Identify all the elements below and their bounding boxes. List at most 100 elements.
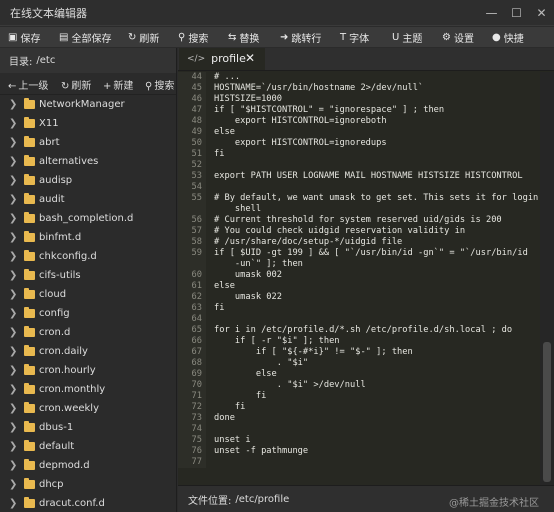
tree-item[interactable]: ❯ chkconfig.d <box>0 247 176 266</box>
chevron-right-icon[interactable]: ❯ <box>9 365 17 376</box>
line-text: HISTSIZE=1000 <box>214 94 282 104</box>
code-line: 51 fi <box>178 149 540 160</box>
tree-item[interactable]: ❯ binfmt.d <box>0 228 176 247</box>
chevron-right-icon[interactable]: ❯ <box>9 137 17 148</box>
save-button[interactable]: ▣ 保存 <box>8 27 40 47</box>
tree-item[interactable]: ❯ cron.monthly <box>0 380 176 399</box>
line-text: fi <box>214 303 225 313</box>
code-line: 73 done <box>178 413 540 424</box>
search-button[interactable]: ⚲ 搜索 <box>178 27 208 47</box>
chevron-right-icon[interactable]: ❯ <box>9 441 17 452</box>
save-icon: ▣ <box>8 31 18 43</box>
close-window-icon[interactable]: ✕ <box>529 0 554 26</box>
chevron-right-icon[interactable]: ❯ <box>9 460 17 471</box>
line-text: # Current threshold for system reserved … <box>214 215 502 225</box>
chevron-right-icon[interactable]: ❯ <box>9 327 17 338</box>
go-up-button[interactable]: ← 上一级 <box>8 77 48 92</box>
chevron-right-icon[interactable]: ❯ <box>9 498 17 509</box>
scrollbar[interactable] <box>540 72 554 485</box>
folder-icon <box>24 155 35 166</box>
line-number: 48 <box>178 116 206 127</box>
folder-icon <box>24 212 35 223</box>
line-number: 59 <box>178 248 206 259</box>
tree-item[interactable]: ❯ default <box>0 437 176 456</box>
chevron-right-icon[interactable]: ❯ <box>9 156 17 167</box>
folder-icon <box>24 307 35 318</box>
scrollbar-thumb[interactable] <box>543 342 551 482</box>
shortcuts-button[interactable]: ● 快捷 <box>492 27 524 47</box>
tree-item[interactable]: ❯ cron.daily <box>0 342 176 361</box>
theme-button[interactable]: U 主题 <box>392 27 422 47</box>
chevron-right-icon[interactable]: ❯ <box>9 384 17 395</box>
tree-item[interactable]: ❯ dbus-1 <box>0 418 176 437</box>
chevron-right-icon[interactable]: ❯ <box>9 289 17 300</box>
folder-icon <box>24 402 35 413</box>
folder-icon <box>24 326 35 337</box>
tree-item[interactable]: ❯ dracut.conf.d <box>0 494 176 512</box>
minimize-icon[interactable]: — <box>479 0 504 26</box>
chevron-right-icon[interactable]: ❯ <box>9 194 17 205</box>
chevron-right-icon[interactable]: ❯ <box>9 118 17 129</box>
tree-search-button[interactable]: ⚲ 搜索 <box>145 77 174 92</box>
current-directory: 目录: /etc <box>0 48 176 73</box>
tree-item[interactable]: ❯ cron.hourly <box>0 361 176 380</box>
chevron-right-icon[interactable]: ❯ <box>9 270 17 281</box>
code-line: 44 # ... <box>178 72 540 83</box>
tree-item[interactable]: ❯ cron.d <box>0 323 176 342</box>
chevron-right-icon[interactable]: ❯ <box>9 251 17 262</box>
tree-item[interactable]: ❯ NetworkManager <box>0 95 176 114</box>
replace-button[interactable]: ⇆ 替换 <box>228 27 259 47</box>
chevron-right-icon[interactable]: ❯ <box>9 479 17 490</box>
tree-item[interactable]: ❯ cloud <box>0 285 176 304</box>
tree-item[interactable]: ❯ dhcp <box>0 475 176 494</box>
font-button[interactable]: T 字体 <box>340 27 369 47</box>
github-icon: ● <box>492 31 501 43</box>
close-tab-icon[interactable]: ✕ <box>245 51 255 65</box>
tree-item[interactable]: ❯ cifs-utils <box>0 266 176 285</box>
directory-path: /etc <box>36 55 56 66</box>
code-line: 48 export HISTCONTROL=ignoreboth <box>178 116 540 127</box>
folder-icon <box>24 136 35 147</box>
chevron-right-icon[interactable]: ❯ <box>9 422 17 433</box>
line-text: if [ "${-#*i}" != "$-" ]; then <box>214 347 413 357</box>
code-line: 60 umask 002 <box>178 270 540 281</box>
line-text: export PATH USER LOGNAME MAIL HOSTNAME H… <box>214 171 523 181</box>
line-text: else <box>214 369 277 379</box>
tree-item[interactable]: ❯ audit <box>0 190 176 209</box>
tree-item[interactable]: ❯ config <box>0 304 176 323</box>
new-file-button[interactable]: + 新建 <box>103 77 133 92</box>
tree-item[interactable]: ❯ abrt <box>0 133 176 152</box>
folder-icon <box>24 250 35 261</box>
tree-item[interactable]: ❯ X11 <box>0 114 176 133</box>
file-tree-panel: 目录: /etc ← 上一级 ↻ 刷新 + 新建 ⚲ 搜索 ❯ NetworkManage… <box>0 48 177 512</box>
line-text <box>206 160 214 171</box>
tree-item[interactable]: ❯ cron.weekly <box>0 399 176 418</box>
tree-item[interactable]: ❯ alternatives <box>0 152 176 171</box>
tab-profile[interactable]: </> profile ✕ <box>179 48 265 70</box>
chevron-right-icon[interactable]: ❯ <box>9 403 17 414</box>
line-text: export HISTCONTROL=ignoredups <box>214 138 387 148</box>
chevron-right-icon[interactable]: ❯ <box>9 99 17 110</box>
chevron-right-icon[interactable]: ❯ <box>9 308 17 319</box>
chevron-right-icon[interactable]: ❯ <box>9 232 17 243</box>
tree-item[interactable]: ❯ depmod.d <box>0 456 176 475</box>
line-number: 63 <box>178 303 206 314</box>
line-text: # You could check uidgid reservation val… <box>214 226 466 236</box>
goto-line-button[interactable]: ➜ 跳转行 <box>280 27 321 47</box>
tree-item[interactable]: ❯ bash_completion.d <box>0 209 176 228</box>
refresh-button[interactable]: ↻ 刷新 <box>128 27 159 47</box>
tree-item[interactable]: ❯ audisp <box>0 171 176 190</box>
line-number: 49 <box>178 127 206 138</box>
line-number: 67 <box>178 347 206 358</box>
folder-icon <box>24 98 35 109</box>
tree-item-label: abrt <box>39 137 60 148</box>
settings-button[interactable]: ⚙ 设置 <box>442 27 474 47</box>
line-number: 72 <box>178 402 206 413</box>
save-all-button[interactable]: ▤ 全部保存 <box>59 27 111 47</box>
tree-refresh-button[interactable]: ↻ 刷新 <box>61 77 91 92</box>
code-area[interactable]: 44 # ... 45 HOSTNAME=`/usr/bin/hostname 2>/… <box>178 72 540 485</box>
chevron-right-icon[interactable]: ❯ <box>9 175 17 186</box>
maximize-icon[interactable]: ☐ <box>504 0 529 26</box>
chevron-right-icon[interactable]: ❯ <box>9 213 17 224</box>
chevron-right-icon[interactable]: ❯ <box>9 346 17 357</box>
